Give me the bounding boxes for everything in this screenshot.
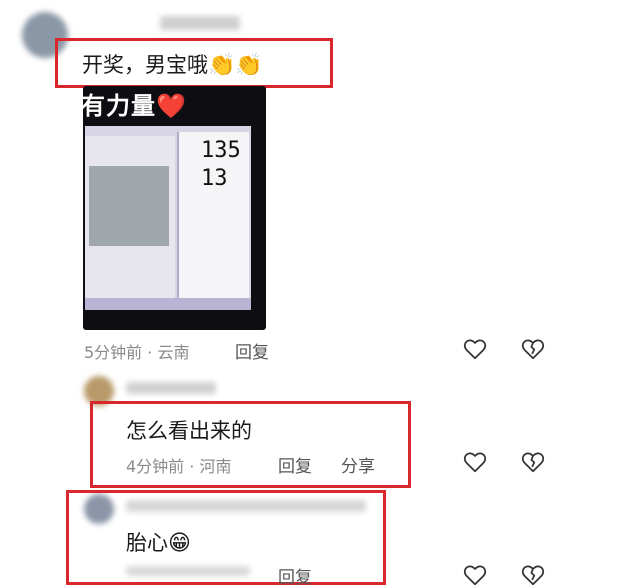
comment-text: 开奖，男宝哦👏👏 — [82, 49, 263, 79]
location: 河南 — [199, 457, 232, 476]
screen-readout-panel: 135 13 — [177, 132, 249, 300]
comment-text: 胎心😁 — [126, 527, 191, 557]
screen-panel — [85, 136, 175, 301]
broken-heart-icon[interactable] — [520, 562, 546, 588]
broken-heart-icon[interactable] — [520, 449, 546, 475]
comment-text: 怎么看出来的 — [126, 419, 252, 443]
heart-outline-icon[interactable] — [462, 336, 488, 362]
attached-image[interactable]: 有力量❤️ 135 13 — [83, 86, 266, 330]
reply-button[interactable]: 回复 — [278, 452, 312, 477]
username-obscured[interactable] — [126, 382, 216, 394]
screen-graph — [89, 166, 169, 246]
share-button[interactable]: 分享 — [341, 452, 375, 477]
clap-emoji: 👏👏 — [208, 53, 263, 78]
comment-meta: 4分钟前 · 河南 — [126, 457, 232, 476]
comment-meta: 5分钟前 · 云南 — [84, 343, 190, 362]
comment-text-label: 胎心 — [126, 531, 168, 555]
screen-taskbar — [85, 298, 251, 310]
time-stamp: 4分钟前 — [126, 457, 185, 476]
reply-button[interactable]: 回复 — [278, 563, 312, 588]
username-obscured[interactable] — [160, 16, 240, 30]
readout-bottom: 13 — [201, 166, 228, 191]
heart-outline-icon[interactable] — [462, 562, 488, 588]
reply-button[interactable]: 回复 — [235, 338, 269, 363]
comment-text-label: 开奖，男宝哦 — [82, 53, 208, 77]
grin-emoji: 😁 — [168, 531, 191, 556]
readout-top: 135 — [201, 138, 241, 163]
time-stamp: 5分钟前 — [84, 343, 143, 362]
monitor-screen: 135 13 — [85, 126, 251, 310]
heart-outline-icon[interactable] — [462, 449, 488, 475]
image-caption: 有力量❤️ — [83, 92, 187, 120]
broken-heart-icon[interactable] — [520, 336, 546, 362]
location: 云南 — [157, 343, 190, 362]
